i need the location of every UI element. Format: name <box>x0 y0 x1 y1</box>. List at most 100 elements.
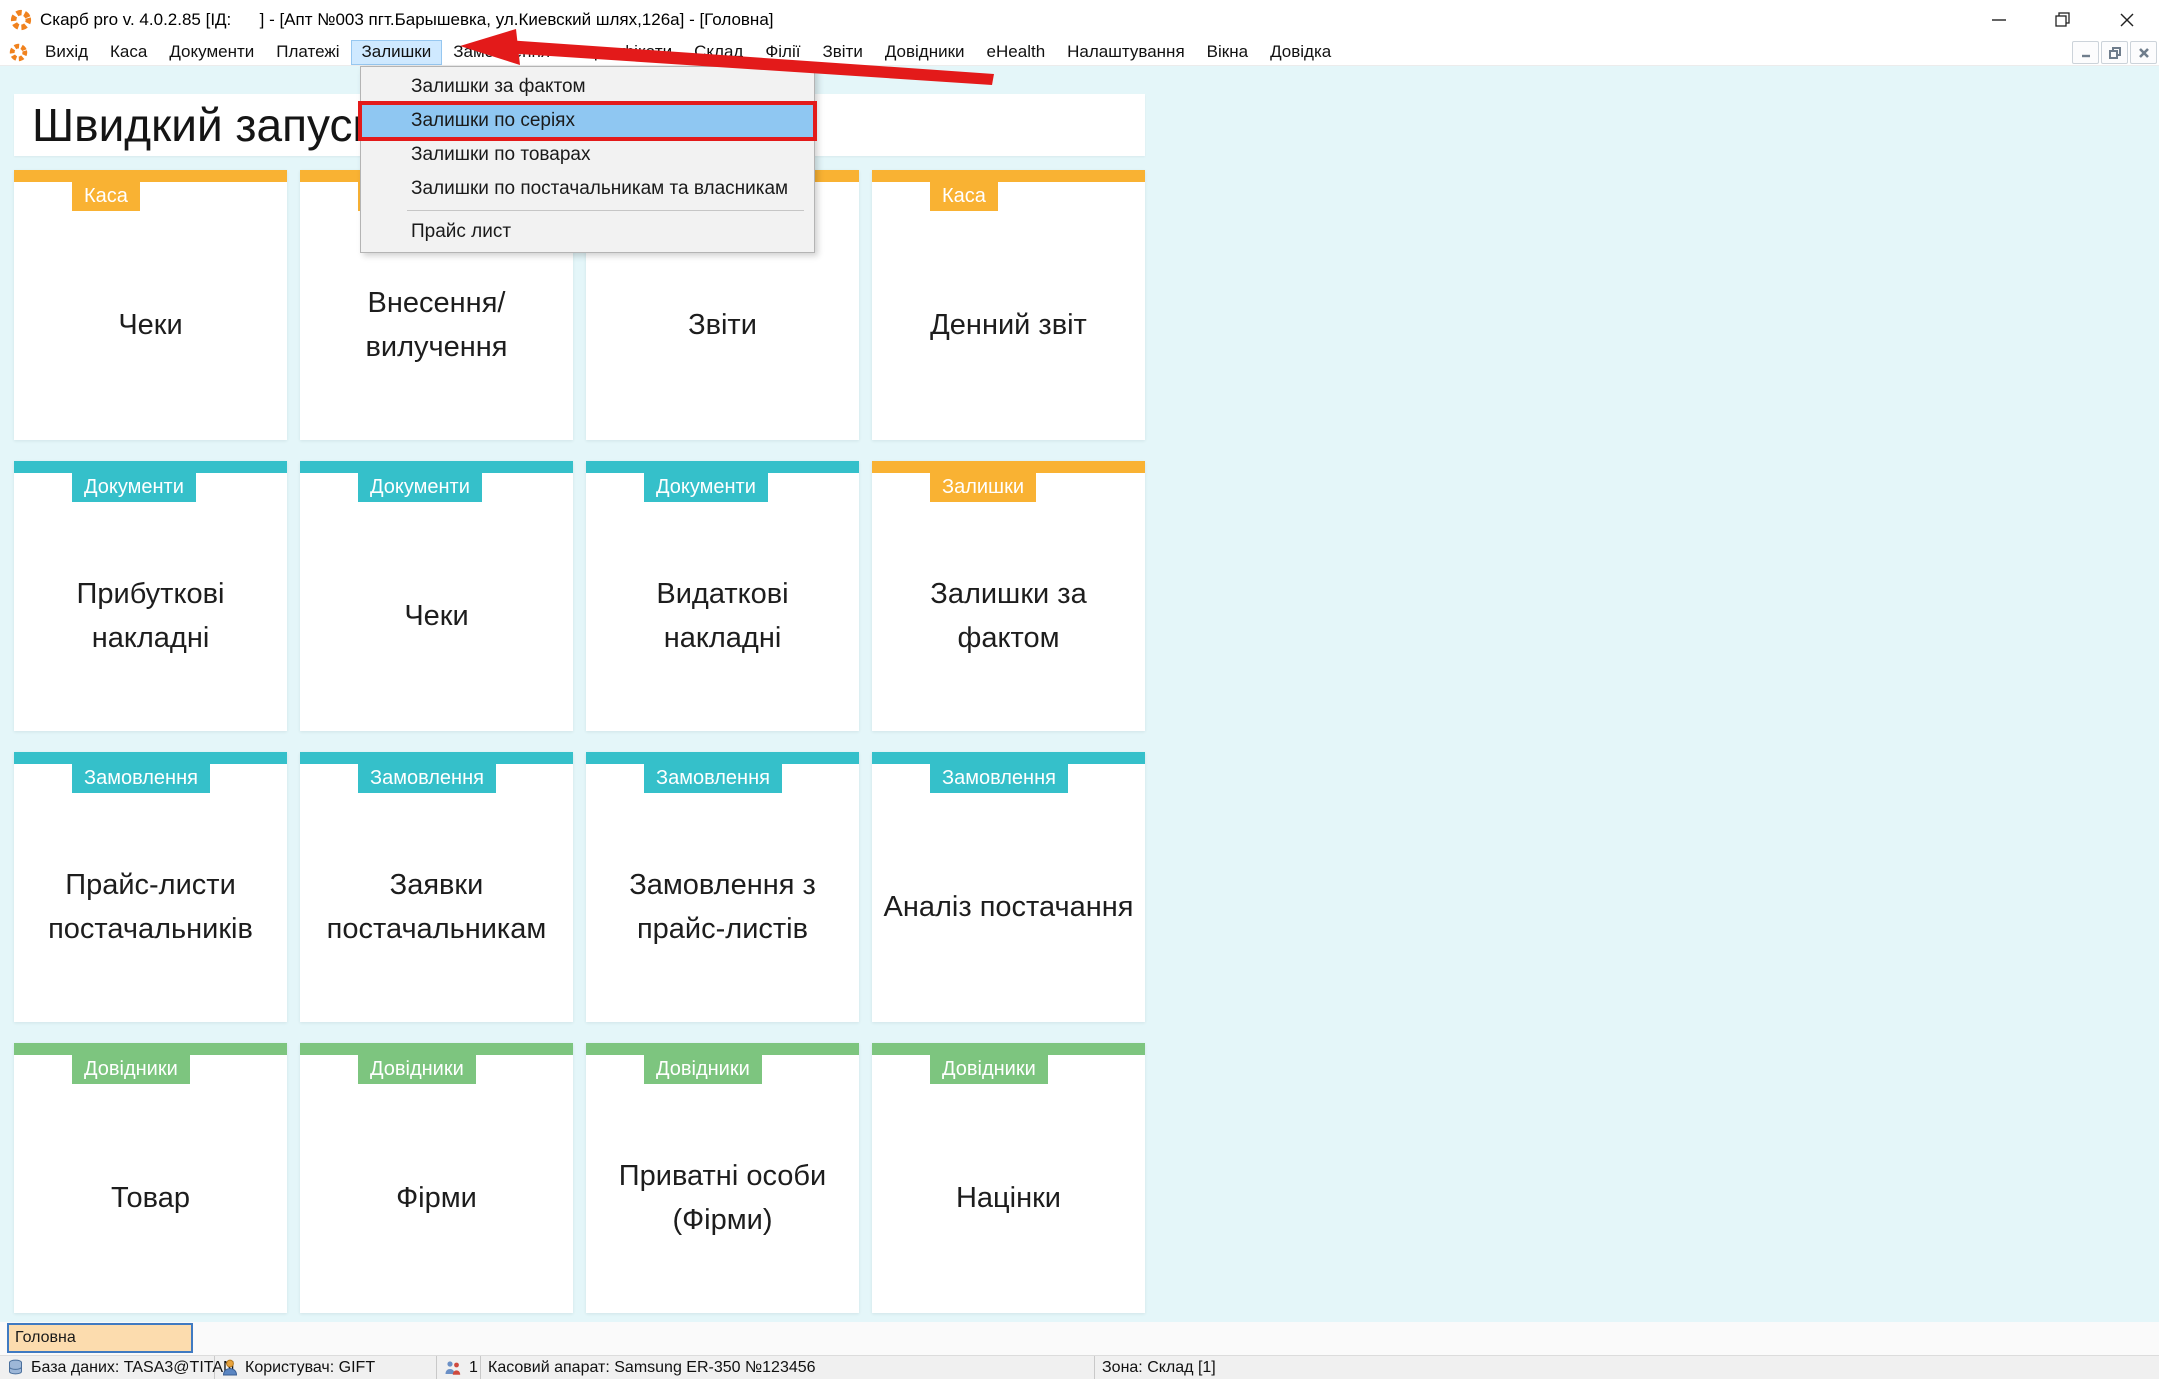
menu-item-zalyshky-po-postachalnykam[interactable]: Залишки по постачальникам та власникам <box>361 172 814 206</box>
status-bar: База даних: TASA3@TITAN Користувач: GIFT… <box>0 1355 2159 1379</box>
mdi-restore-icon[interactable] <box>2101 41 2128 64</box>
tile-category-badge: Каса <box>72 182 140 211</box>
menu-item-dovidka[interactable]: Довідка <box>1259 40 1342 65</box>
menu-item-dovidnyky[interactable]: Довідники <box>874 40 976 65</box>
restore-icon[interactable] <box>2031 0 2095 39</box>
tile-prybutkovi-nakladni[interactable]: ДокументиПрибуткові накладні <box>14 461 287 731</box>
tile-firmy[interactable]: ДовідникиФірми <box>300 1043 573 1313</box>
tile-category-badge: Замовлення <box>72 764 210 793</box>
tile-category-badge: Каса <box>930 182 998 211</box>
status-database-text: База даних: TASA3@TITAN <box>31 1359 235 1377</box>
menu-item-ehealth[interactable]: eHealth <box>976 40 1057 65</box>
tile-category-badge: Довідники <box>358 1055 476 1084</box>
tab-strip: Головна <box>0 1322 2159 1355</box>
menu-item-zalyshky-po-tovarakh[interactable]: Залишки по товарах <box>361 138 814 172</box>
tile-color-bar <box>872 461 1145 473</box>
menu-item-platezhi[interactable]: Платежі <box>265 40 350 65</box>
tile-color-bar <box>300 1043 573 1055</box>
tile-category-badge: Замовлення <box>358 764 496 793</box>
status-register-text: Касовий апарат: Samsung ER-350 №123456 <box>488 1359 816 1377</box>
tile-category-badge: Замовлення <box>644 764 782 793</box>
tile-zamovlennia-z-prais-lystiv[interactable]: ЗамовленняЗамовлення з прайс-листів <box>586 752 859 1022</box>
tile-color-bar <box>586 1043 859 1055</box>
tile-label: Денний звіт <box>872 211 1145 440</box>
menu-item-vyhid[interactable]: Вихід <box>34 40 99 65</box>
tile-label: Товар <box>14 1084 287 1313</box>
tile-zalyshky-za-faktom[interactable]: ЗалишкиЗалишки за фактом <box>872 461 1145 731</box>
tile-category-badge: Документи <box>72 473 196 502</box>
client-area: Швидкий запуск КасаЧеки КасаВнесення/вил… <box>0 66 2159 1322</box>
menu-item-nalashtuvannia[interactable]: Налаштування <box>1056 40 1196 65</box>
status-database: База даних: TASA3@TITAN <box>0 1356 215 1379</box>
tile-vydatkovi-nakladni[interactable]: ДокументиВидаткові накладні <box>586 461 859 731</box>
tile-label: Націнки <box>872 1084 1145 1313</box>
tile-color-bar <box>14 170 287 182</box>
tile-pryvatni-osoby[interactable]: ДовідникиПриватні особи (Фірми) <box>586 1043 859 1313</box>
mdi-close-icon[interactable] <box>2130 41 2157 64</box>
tile-label: Прайс-листи постачальників <box>14 793 287 1022</box>
status-cash-register: Касовий апарат: Samsung ER-350 №123456 <box>481 1356 1095 1379</box>
tile-dennyi-zvit[interactable]: КасаДенний звіт <box>872 170 1145 440</box>
tile-label: Прибуткові накладні <box>14 502 287 731</box>
menu-item-kasa[interactable]: Каса <box>99 40 158 65</box>
menu-item-zalyshky[interactable]: Залишки <box>351 40 443 65</box>
app-logo-icon <box>10 9 32 31</box>
menu-item-prais-lyst[interactable]: Прайс лист <box>361 215 814 249</box>
tile-label: Заявки постачальникам <box>300 793 573 1022</box>
menu-item-dokumenty[interactable]: Документи <box>158 40 265 65</box>
tile-color-bar <box>586 461 859 473</box>
menu-separator <box>407 210 804 211</box>
tile-category-badge: Документи <box>358 473 482 502</box>
menu-item-zalyshky-po-seriiakh[interactable]: Залишки по серіях <box>361 104 814 138</box>
menu-item-sertyfikaty[interactable]: Сертифікати <box>561 40 683 65</box>
tile-label: Приватні особи (Фірми) <box>586 1084 859 1313</box>
menu-bar: Вихід Каса Документи Платежі Залишки Зам… <box>0 39 2159 66</box>
status-user: Користувач: GIFT <box>215 1356 437 1379</box>
menu-item-vikna[interactable]: Вікна <box>1196 40 1259 65</box>
quick-launch-grid: КасаЧеки КасаВнесення/вилучення КасаЗвіт… <box>14 170 1145 1313</box>
group-icon <box>444 1360 462 1376</box>
tile-color-bar <box>14 1043 287 1055</box>
database-icon <box>7 1359 24 1376</box>
tile-cheky-kasa[interactable]: КасаЧеки <box>14 170 287 440</box>
tile-category-badge: Залишки <box>930 473 1036 502</box>
tile-tovar[interactable]: ДовідникиТовар <box>14 1043 287 1313</box>
user-icon <box>222 1359 238 1376</box>
tile-label: Фірми <box>300 1084 573 1313</box>
page-title: Швидкий запуск <box>32 98 373 152</box>
tile-color-bar <box>872 1043 1145 1055</box>
tile-prais-lysty-postachalnykiv[interactable]: ЗамовленняПрайс-листи постачальників <box>14 752 287 1022</box>
menu-item-zamovlennia[interactable]: Замовлення <box>442 40 561 65</box>
tile-category-badge: Замовлення <box>930 764 1068 793</box>
menu-item-zalyshky-za-faktom[interactable]: Залишки за фактом <box>361 70 814 104</box>
window-title: Скарб pro v. 4.0.2.85 [ІД: ] - [Апт №003… <box>40 10 774 30</box>
title-bar: Скарб pro v. 4.0.2.85 [ІД: ] - [Апт №003… <box>0 0 2159 39</box>
tile-analiz-postachannia[interactable]: ЗамовленняАналіз постачання <box>872 752 1145 1022</box>
tile-zaiavky-postachalnykam[interactable]: ЗамовленняЗаявки постачальникам <box>300 752 573 1022</box>
tile-natsinky[interactable]: ДовідникиНацінки <box>872 1043 1145 1313</box>
tab-holovna[interactable]: Головна <box>7 1323 193 1353</box>
tile-category-badge: Документи <box>644 473 768 502</box>
tile-label: Чеки <box>300 502 573 731</box>
tile-category-badge: Довідники <box>930 1055 1048 1084</box>
status-zone: Зона: Склад [1] <box>1095 1356 2159 1379</box>
zalyshky-dropdown-menu: Залишки за фактом Залишки по серіях Зали… <box>360 66 815 253</box>
status-zone-text: Зона: Склад [1] <box>1102 1359 1216 1377</box>
menu-item-sklad[interactable]: Склад <box>683 40 754 65</box>
tile-label: Аналіз постачання <box>872 793 1145 1022</box>
status-user-text: Користувач: GIFT <box>245 1359 375 1377</box>
tile-label: Чеки <box>14 211 287 440</box>
tile-color-bar <box>872 170 1145 182</box>
minimize-icon[interactable] <box>1967 0 2031 39</box>
tile-color-bar <box>14 461 287 473</box>
tile-cheky-dokumenty[interactable]: ДокументиЧеки <box>300 461 573 731</box>
close-icon[interactable] <box>2095 0 2159 39</box>
app-logo-icon-small <box>9 43 28 62</box>
mdi-window-controls <box>2072 41 2157 64</box>
menu-item-zvity[interactable]: Звіти <box>811 40 873 65</box>
tile-label: Видаткові накладні <box>586 502 859 731</box>
mdi-minimize-icon[interactable] <box>2072 41 2099 64</box>
tile-category-badge: Довідники <box>644 1055 762 1084</box>
tile-color-bar <box>300 752 573 764</box>
menu-item-filii[interactable]: Філії <box>754 40 811 65</box>
